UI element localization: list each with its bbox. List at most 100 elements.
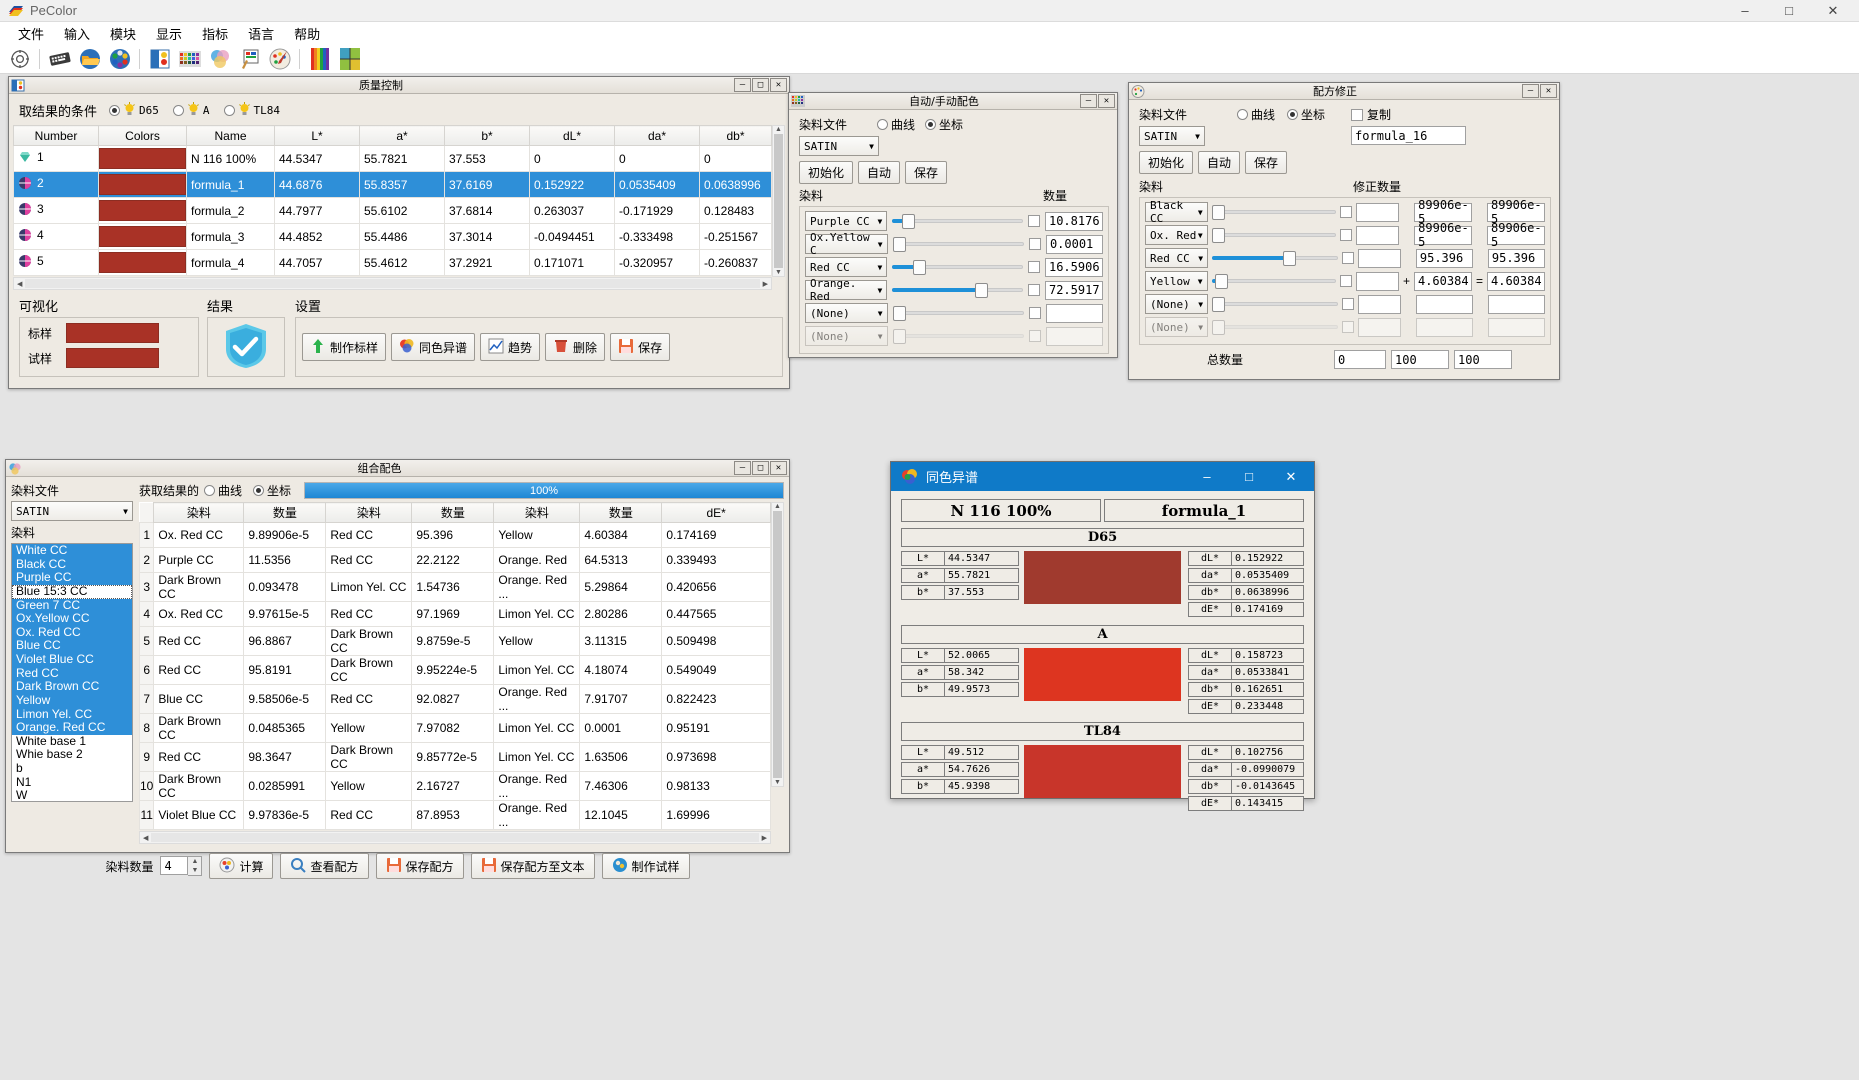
app-close-button[interactable]: ✕ — [1811, 0, 1855, 22]
correction-mid-input[interactable] — [1357, 317, 1401, 337]
table-row[interactable]: 1 Ox. Red CC 9.89906e-5 Red CC 95.396 Yellow 4… — [139, 522, 771, 548]
table-row[interactable]: 4 formula_3 44.4852 55.4486 37.3014 -0.049445… — [13, 223, 772, 250]
auto-window-titlebar[interactable]: 自动/手动配色 – ✕ — [789, 93, 1117, 110]
dye-amount-slider[interactable] — [1212, 318, 1338, 336]
quality-table-hscrollbar[interactable]: ◀ ▶ — [13, 277, 772, 290]
menu-item-display[interactable]: 显示 — [146, 22, 192, 45]
menu-item-module[interactable]: 模块 — [100, 22, 146, 45]
radio-curve[interactable] — [1237, 109, 1249, 120]
combination-button-view-formula[interactable]: 查看配方 — [280, 853, 369, 879]
combination-dye-file-select[interactable]: SATIN ▼ — [11, 501, 133, 521]
correction-value-2[interactable] — [1487, 317, 1545, 337]
app-maximize-button[interactable]: □ — [1767, 0, 1811, 22]
illuminant-option-a[interactable]: A — [172, 102, 210, 119]
correction-mid-input[interactable] — [1357, 294, 1401, 314]
combination-button-make-sample[interactable]: 制作试样 — [601, 853, 690, 879]
combination-titlebar[interactable]: 组合配色 – □ ✕ — [6, 460, 789, 477]
quality-button-trend-chart[interactable]: 趋势 — [480, 333, 541, 361]
dye-select[interactable]: Yellow ▼ — [1145, 271, 1208, 291]
quality-button-green-up-arrow[interactable]: 制作标样 — [302, 333, 387, 361]
table-row[interactable]: 8 Dark Brown CC 0.0485365 Yellow 7.97082 Limo… — [139, 713, 771, 743]
scroll-down-arrow-icon[interactable]: ▼ — [775, 269, 782, 276]
dye-list-item[interactable]: Orange. Red CC — [12, 721, 132, 735]
table-row[interactable]: 4 Ox. Red CC 9.97615e-5 Red CC 97.1969 Limon … — [139, 601, 771, 627]
correction-value-1[interactable] — [1415, 317, 1473, 337]
dye-list-item[interactable]: Blue CC — [12, 639, 132, 653]
quality-button-trash[interactable]: 删除 — [545, 333, 606, 361]
correction-mid-input[interactable] — [1355, 271, 1399, 291]
dye-lock-checkbox[interactable] — [1340, 275, 1352, 287]
total-value-1[interactable]: 100 — [1391, 350, 1450, 369]
dye-list-item[interactable]: White CC — [12, 544, 132, 558]
dye-select[interactable]: Orange. Red ▼ — [805, 277, 888, 303]
formula-name-input[interactable]: formula_16 — [1351, 126, 1467, 145]
spectrum-bars-icon[interactable] — [306, 46, 333, 72]
keyboard-icon[interactable] — [46, 46, 73, 72]
app-minimize-button[interactable]: – — [1723, 0, 1767, 22]
auto-save-button[interactable]: 保存 — [905, 161, 948, 184]
dye-list-item[interactable]: Dark Brown CC — [12, 680, 132, 694]
dye-list-item[interactable]: Green 7 CC — [12, 598, 132, 613]
menu-item-index[interactable]: 指标 — [192, 22, 238, 45]
dye-list-item[interactable]: Black CC — [12, 557, 132, 572]
folder-open-icon[interactable] — [76, 46, 103, 72]
dye-list-item[interactable]: b — [12, 761, 132, 776]
dye-list-item[interactable]: N1 — [12, 775, 132, 790]
color-target-icon[interactable] — [336, 46, 363, 72]
auto-init-button[interactable]: 初始化 — [799, 161, 854, 184]
dye-lock-checkbox[interactable] — [1029, 307, 1041, 319]
quality-button-save[interactable]: 保存 — [610, 333, 671, 361]
illuminant-option-tl84[interactable]: TL84 — [223, 102, 280, 119]
dye-list-item[interactable]: Whie base 2 — [12, 748, 132, 762]
dye-list-item[interactable]: Violet Blue CC — [12, 652, 132, 667]
color-chart-icon[interactable] — [146, 46, 173, 72]
table-row[interactable]: 1N 116 100% 44.5347 55.7821 37.553 0 0 0 — [13, 145, 772, 172]
dye-list-item[interactable]: Purple CC — [12, 571, 132, 585]
radio-coordinate[interactable] — [253, 485, 265, 496]
metamerism-titlebar[interactable]: 同色异谱 – □ ✕ — [891, 462, 1314, 491]
correction-mid-input[interactable] — [1357, 248, 1401, 268]
correction-titlebar[interactable]: 配方修正 – ✕ — [1129, 83, 1559, 100]
palette-brush-icon[interactable] — [266, 46, 293, 72]
dye-amount-slider[interactable] — [1212, 295, 1338, 313]
menu-item-language[interactable]: 语言 — [238, 22, 284, 45]
table-row[interactable]: 7 Blue CC 9.58506e-5 Red CC 92.0827 Orange. R… — [139, 684, 771, 714]
scroll-thumb[interactable] — [773, 511, 782, 778]
radio-curve[interactable] — [877, 119, 889, 130]
correction-dye-file-select[interactable]: SATIN ▼ — [1139, 126, 1205, 146]
correction-value-1[interactable]: 89906e-5 — [1414, 198, 1473, 226]
combination-hscrollbar[interactable]: ◀ ▶ — [139, 831, 771, 844]
combination-close-button[interactable]: ✕ — [770, 461, 787, 475]
dye-amount-slider[interactable] — [892, 327, 1025, 345]
auto-minimize-button[interactable]: – — [1080, 94, 1097, 108]
correction-mode-coord[interactable]: 坐标 — [1287, 106, 1325, 123]
dye-quantity-input[interactable]: 72.5917 — [1044, 280, 1103, 300]
illuminant-option-d65[interactable]: D65 — [109, 102, 159, 119]
correction-copy-option[interactable]: 复制 — [1351, 106, 1391, 123]
total-value-2[interactable]: 100 — [1454, 350, 1513, 369]
correction-close-button[interactable]: ✕ — [1540, 84, 1557, 98]
quality-button-color-wheel[interactable]: 同色异谱 — [391, 333, 476, 361]
dye-select[interactable]: Red CC ▼ — [805, 257, 888, 277]
dye-amount-slider[interactable] — [892, 258, 1024, 276]
scroll-track[interactable] — [25, 279, 760, 288]
metamerism-maximize-button[interactable]: □ — [1228, 462, 1270, 491]
table-row[interactable]: 5 Red CC 96.8867 Dark Brown CC 9.8759e-5 Yell… — [139, 626, 771, 656]
correction-mode-curve[interactable]: 曲线 — [1237, 106, 1275, 123]
dye-select[interactable]: Red CC ▼ — [1145, 248, 1209, 268]
quality-maximize-button[interactable]: □ — [752, 78, 769, 92]
combination-maximize-button[interactable]: □ — [752, 461, 769, 475]
metamerism-close-button[interactable]: ✕ — [1270, 462, 1312, 491]
dye-select[interactable]: Black CC ▼ — [1145, 199, 1208, 225]
table-row[interactable]: 10 Dark Brown CC 0.0285991 Yellow 2.16727 Ora… — [139, 771, 771, 801]
correction-value-2[interactable]: 89906e-5 — [1487, 198, 1545, 226]
dye-list-item[interactable]: Ox.Yellow CC — [12, 612, 132, 626]
combination-minimize-button[interactable]: – — [734, 461, 751, 475]
stepper-up-icon[interactable]: ▲ — [188, 857, 202, 866]
auto-dye-file-select[interactable]: SATIN ▼ — [799, 136, 879, 156]
dye-select[interactable]: Purple CC ▼ — [805, 211, 888, 231]
metamerism-minimize-button[interactable]: – — [1186, 462, 1228, 491]
correction-value-2[interactable]: 95.396 — [1487, 248, 1545, 268]
correction-minimize-button[interactable]: – — [1522, 84, 1539, 98]
settings-gear-icon[interactable] — [6, 46, 33, 72]
